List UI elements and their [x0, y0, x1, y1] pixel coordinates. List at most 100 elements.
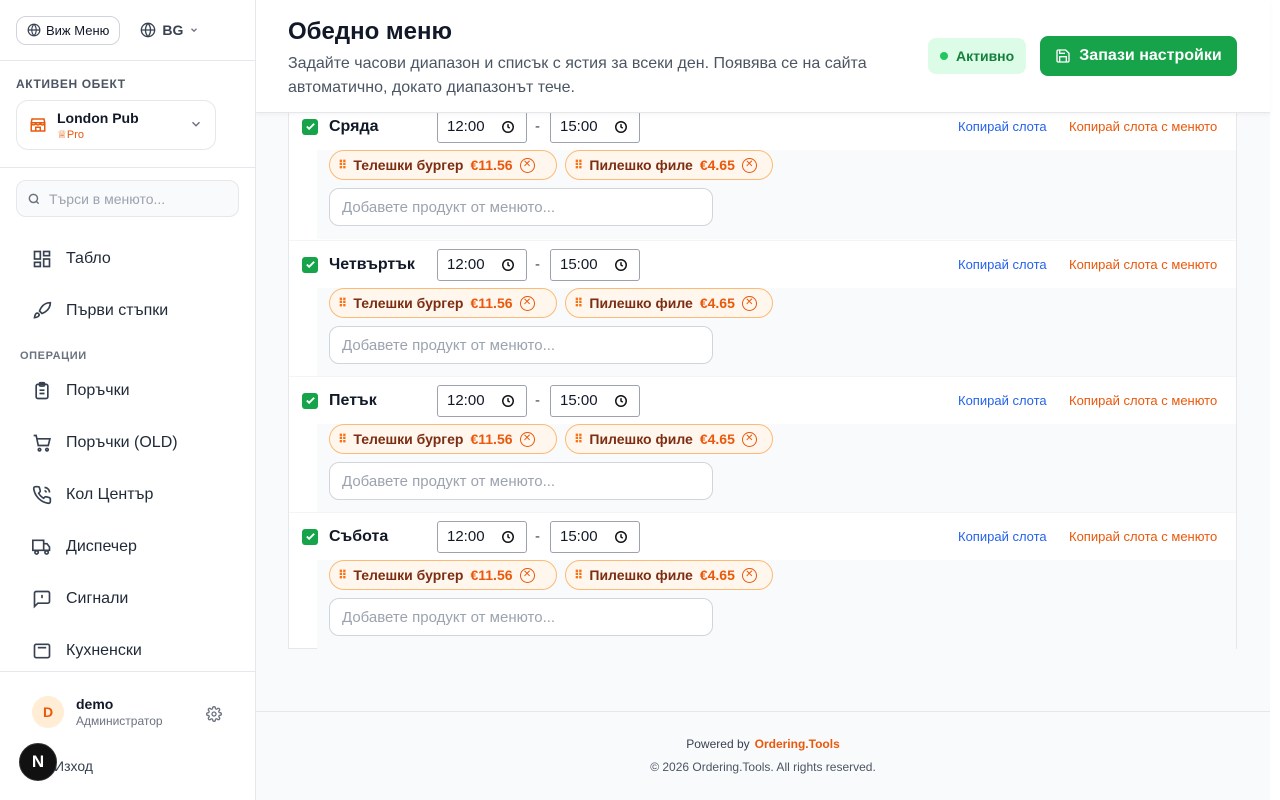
remove-item-icon[interactable]: ✕ [741, 157, 757, 173]
day-enabled-checkbox[interactable] [302, 528, 318, 545]
nav-item-call-center[interactable]: Кол Център [0, 469, 255, 521]
truck-icon [32, 539, 51, 555]
menu-item-name: Телешки бургер [353, 157, 464, 173]
remove-item-icon[interactable]: ✕ [519, 431, 535, 447]
language-selector[interactable]: BG [132, 16, 207, 45]
sidebar: Виж Меню BG АКТИВЕН ОБЕКТ London Pub ♕Pr… [0, 0, 256, 800]
clock-icon[interactable] [614, 394, 628, 408]
start-time-value: 12:00 [447, 528, 485, 545]
end-time-input[interactable]: 15:00 [550, 248, 640, 281]
menu-item-chip[interactable]: ⠿ Пилешко филе €4.65 ✕ [565, 424, 773, 454]
remove-item-icon[interactable]: ✕ [741, 567, 757, 583]
remove-item-icon[interactable]: ✕ [519, 157, 535, 173]
logout-link[interactable]: Изход [54, 758, 93, 774]
gear-icon[interactable] [206, 706, 222, 722]
copy-slot-link[interactable]: Копирай слота [958, 529, 1047, 544]
menu-item-chip[interactable]: ⠿ Телешки бургер €11.56 ✕ [329, 288, 557, 318]
clock-icon[interactable] [501, 394, 515, 408]
day-menu-items: ⠿ Телешки бургер €11.56 ✕ ⠿ Пилешко филе… [317, 560, 1236, 649]
nav-item-kitchen[interactable]: Кухненски [0, 625, 255, 677]
view-menu-label: Виж Меню [46, 22, 110, 38]
menu-item-chip[interactable]: ⠿ Пилешко филе €4.65 ✕ [565, 288, 773, 318]
add-product-input[interactable]: Добавете продукт от менюто... [329, 326, 713, 364]
day-menu-items: ⠿ Телешки бургер €11.56 ✕ ⠿ Пилешко филе… [317, 150, 1236, 239]
copy-slot-with-menu-link[interactable]: Копирай слота с менюто [1069, 393, 1217, 408]
menu-item-chip[interactable]: ⠿ Телешки бургер €11.56 ✕ [329, 560, 557, 590]
start-time-input[interactable]: 12:00 [437, 110, 527, 143]
clock-icon[interactable] [501, 530, 515, 544]
end-time-input[interactable]: 15:00 [550, 520, 640, 553]
clock-icon[interactable] [501, 258, 515, 272]
remove-item-icon[interactable]: ✕ [519, 295, 535, 311]
drag-handle-icon[interactable]: ⠿ [574, 158, 583, 172]
day-enabled-checkbox[interactable] [302, 118, 318, 135]
drag-handle-icon[interactable]: ⠿ [338, 432, 347, 446]
nav-item-orders-old[interactable]: Поръчки (OLD) [0, 417, 255, 469]
clock-icon[interactable] [501, 120, 515, 134]
drag-handle-icon[interactable]: ⠿ [574, 568, 583, 582]
add-product-input[interactable]: Добавете продукт от менюто... [329, 462, 713, 500]
nav-item-first-steps[interactable]: Първи стъпки [0, 285, 255, 337]
main-content: Обедно меню Задайте часови диапазон и сп… [256, 0, 1280, 800]
end-time-input[interactable]: 15:00 [550, 384, 640, 417]
venue-plan-badge: ♕Pro [57, 128, 84, 141]
copy-slot-with-menu-link[interactable]: Копирай слота с менюто [1069, 257, 1217, 272]
copy-slot-link[interactable]: Копирай слота [958, 393, 1047, 408]
remove-item-icon[interactable]: ✕ [519, 567, 535, 583]
nav-item-dashboard[interactable]: Табло [0, 233, 255, 285]
add-product-input[interactable]: Добавете продукт от менюто... [329, 188, 713, 226]
copy-slot-link[interactable]: Копирай слота [958, 119, 1047, 134]
user-role: Администратор [76, 714, 163, 728]
add-product-placeholder: Добавете продукт от менюто... [342, 336, 556, 354]
copy-slot-link[interactable]: Копирай слота [958, 257, 1047, 272]
check-icon [305, 533, 315, 541]
start-time-input[interactable]: 12:00 [437, 520, 527, 553]
menu-item-chip[interactable]: ⠿ Пилешко филе €4.65 ✕ [565, 560, 773, 590]
menu-item-chip[interactable]: ⠿ Телешки бургер €11.56 ✕ [329, 424, 557, 454]
end-time-input[interactable]: 15:00 [550, 110, 640, 143]
copy-slot-with-menu-link[interactable]: Копирай слота с менюто [1069, 119, 1217, 134]
nav-item-dispatcher[interactable]: Диспечер [0, 521, 255, 573]
day-enabled-checkbox[interactable] [302, 256, 318, 273]
save-settings-button[interactable]: Запази настройки [1040, 36, 1237, 76]
day-name: Сряда [329, 117, 379, 135]
start-time-input[interactable]: 12:00 [437, 248, 527, 281]
drag-handle-icon[interactable]: ⠿ [574, 296, 583, 310]
nav-item-label: Първи стъпки [66, 302, 169, 319]
menu-item-price: €4.65 [699, 157, 735, 173]
clock-icon[interactable] [614, 530, 628, 544]
brand-link[interactable]: Ordering.Tools [755, 737, 840, 751]
view-menu-button[interactable]: Виж Меню [16, 15, 121, 45]
add-product-placeholder: Добавете продукт от менюто... [342, 472, 556, 490]
drag-handle-icon[interactable]: ⠿ [338, 158, 347, 172]
add-product-input[interactable]: Добавете продукт от менюто... [329, 598, 713, 636]
nav-item-label: Поръчки [66, 382, 130, 399]
nav-item-orders[interactable]: Поръчки [0, 365, 255, 417]
clock-icon[interactable] [614, 120, 628, 134]
alert-message-icon [33, 590, 51, 609]
start-time-value: 12:00 [447, 118, 485, 135]
drag-handle-icon[interactable]: ⠿ [574, 432, 583, 446]
remove-item-icon[interactable]: ✕ [741, 295, 757, 311]
day-enabled-checkbox[interactable] [302, 392, 318, 409]
day-header: Петък 12:00 - 15:00 Копирай слота Копира… [289, 377, 1236, 424]
menu-item-chip[interactable]: ⠿ Пилешко филе €4.65 ✕ [565, 150, 773, 180]
menu-item-chips: ⠿ Телешки бургер €11.56 ✕ ⠿ Пилешко филе… [317, 150, 1236, 180]
kitchen-icon [33, 643, 51, 659]
menu-item-name: Телешки бургер [353, 295, 464, 311]
drag-handle-icon[interactable]: ⠿ [338, 296, 347, 310]
start-time-input[interactable]: 12:00 [437, 384, 527, 417]
menu-search-input[interactable]: Търси в менюто... [16, 180, 239, 217]
scrollbar[interactable] [1270, 0, 1280, 800]
add-product-placeholder: Добавете продукт от менюто... [342, 608, 556, 626]
drag-handle-icon[interactable]: ⠿ [338, 568, 347, 582]
menu-item-chip[interactable]: ⠿ Телешки бургер €11.56 ✕ [329, 150, 557, 180]
nav-item-signals[interactable]: Сигнали [0, 573, 255, 625]
next-devtools-badge[interactable]: N [19, 743, 57, 781]
venue-selector[interactable]: London Pub ♕Pro [16, 100, 216, 150]
remove-item-icon[interactable]: ✕ [741, 431, 757, 447]
menu-item-price: €4.65 [699, 431, 735, 447]
copy-slot-with-menu-link[interactable]: Копирай слота с менюто [1069, 529, 1217, 544]
menu-item-price: €4.65 [699, 295, 735, 311]
clock-icon[interactable] [614, 258, 628, 272]
